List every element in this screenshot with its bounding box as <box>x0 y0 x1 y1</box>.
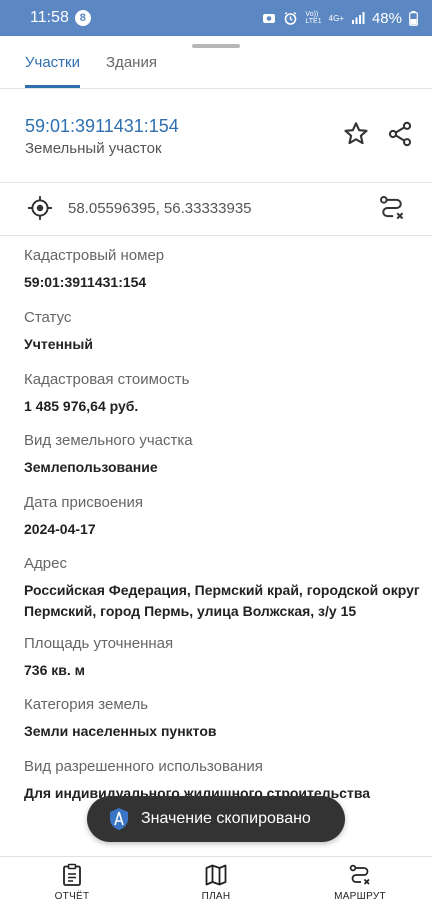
field-label: Адрес <box>24 555 67 572</box>
address-line-2: Пермский, город Пермь, улица Волжская, з… <box>24 603 357 619</box>
nav-label: МАРШРУТ <box>334 891 386 902</box>
divider <box>0 235 432 236</box>
tab-bar: Участки Здания <box>0 50 432 88</box>
field-assignment-date[interactable]: Дата присвоения 2024-04-17 <box>24 494 432 538</box>
sheet-drag-handle[interactable] <box>192 44 240 48</box>
battery-icon <box>409 10 418 26</box>
cadastral-number-title[interactable]: 59:01:3911431:154 <box>25 116 179 137</box>
field-label: Вид разрешенного использования <box>24 758 263 775</box>
volte-label: Vo)) <box>305 11 319 18</box>
notification-count-badge: 8 <box>74 10 91 26</box>
field-value[interactable]: 59:01:3911431:154 <box>24 273 432 291</box>
favorite-star-icon[interactable] <box>342 120 370 148</box>
copied-toast: Значение скопировано <box>87 796 345 842</box>
field-value[interactable]: Земли населенных пунктов <box>24 722 432 740</box>
field-land-category[interactable]: Категория земель Земли населенных пункто… <box>24 696 432 740</box>
field-status[interactable]: Статус Учтенный <box>24 309 432 353</box>
clipboard-report-icon <box>63 863 81 886</box>
field-value[interactable]: Землепользование <box>24 458 432 476</box>
field-label: Категория земель <box>24 696 149 713</box>
field-label: Дата присвоения <box>24 494 143 511</box>
nav-label: ОТЧЁТ <box>54 891 90 902</box>
field-value[interactable]: Учтенный <box>24 335 432 353</box>
field-refined-area[interactable]: Площадь уточненная 736 кв. м <box>24 635 432 679</box>
nav-plan[interactable]: ПЛАН <box>176 863 256 902</box>
bottom-sheet: Участки Здания 59:01:3911431:154 Земельн… <box>0 36 432 902</box>
map-icon <box>205 864 227 886</box>
status-bar: 11:58 8 Vo)) LTE1 4G+ 48% <box>0 0 432 36</box>
app-logo-icon <box>110 808 128 830</box>
coordinates-row[interactable]: 58.05596395, 56.33333935 <box>0 183 432 235</box>
coordinates-text[interactable]: 58.05596395, 56.33333935 <box>68 200 252 217</box>
field-value[interactable]: 1 485 976,64 руб. <box>24 397 432 415</box>
tab-plots[interactable]: Участки <box>25 50 80 88</box>
field-label: Кадастровый номер <box>24 247 165 264</box>
field-land-type[interactable]: Вид земельного участка Землепользование <box>24 432 432 476</box>
network-type: 4G+ <box>328 13 344 23</box>
divider <box>0 88 432 89</box>
share-icon[interactable] <box>386 120 414 148</box>
lte-label: LTE1 <box>305 18 322 25</box>
alarm-icon <box>284 11 297 25</box>
nav-route[interactable]: МАРШРУТ <box>320 863 400 902</box>
toast-text: Значение скопировано <box>141 810 311 827</box>
field-value[interactable]: Российская Федерация, Пермский край, гор… <box>24 581 432 620</box>
network-labels: Vo)) LTE1 <box>305 11 321 25</box>
nav-report[interactable]: ОТЧЁТ <box>32 863 112 902</box>
object-header: 59:01:3911431:154 Земельный участок <box>0 104 432 184</box>
route-icon[interactable] <box>378 194 406 222</box>
status-icons: Vo)) LTE1 4G+ 48% <box>262 10 418 27</box>
field-address[interactable]: Адрес Российская Федерация, Пермский кра… <box>24 555 432 620</box>
camera-notification-icon <box>263 14 276 23</box>
field-label: Площадь уточненная <box>24 635 174 652</box>
route-icon <box>349 864 370 885</box>
field-cadastral-number[interactable]: Кадастровый номер 59:01:3911431:154 <box>24 247 432 291</box>
battery-percent: 48% <box>371 9 402 27</box>
address-line-1: Российская Федерация, Пермский край, гор… <box>24 582 420 598</box>
tab-buildings[interactable]: Здания <box>106 50 157 88</box>
nav-label: ПЛАН <box>201 891 231 902</box>
field-label: Вид земельного участка <box>24 432 193 449</box>
field-cadastral-value[interactable]: Кадастровая стоимость 1 485 976,64 руб. <box>24 371 432 415</box>
field-label: Статус <box>24 309 72 326</box>
bottom-navigation: ОТЧЁТ ПЛАН МАРШРУТ <box>0 856 432 902</box>
field-value[interactable]: 736 кв. м <box>24 661 432 679</box>
status-time: 11:58 <box>30 9 69 26</box>
object-type-subtitle: Земельный участок <box>25 140 162 157</box>
location-target-icon <box>28 196 52 220</box>
field-value[interactable]: 2024-04-17 <box>24 520 432 538</box>
field-label: Кадастровая стоимость <box>24 371 190 388</box>
signal-icon <box>351 12 365 24</box>
